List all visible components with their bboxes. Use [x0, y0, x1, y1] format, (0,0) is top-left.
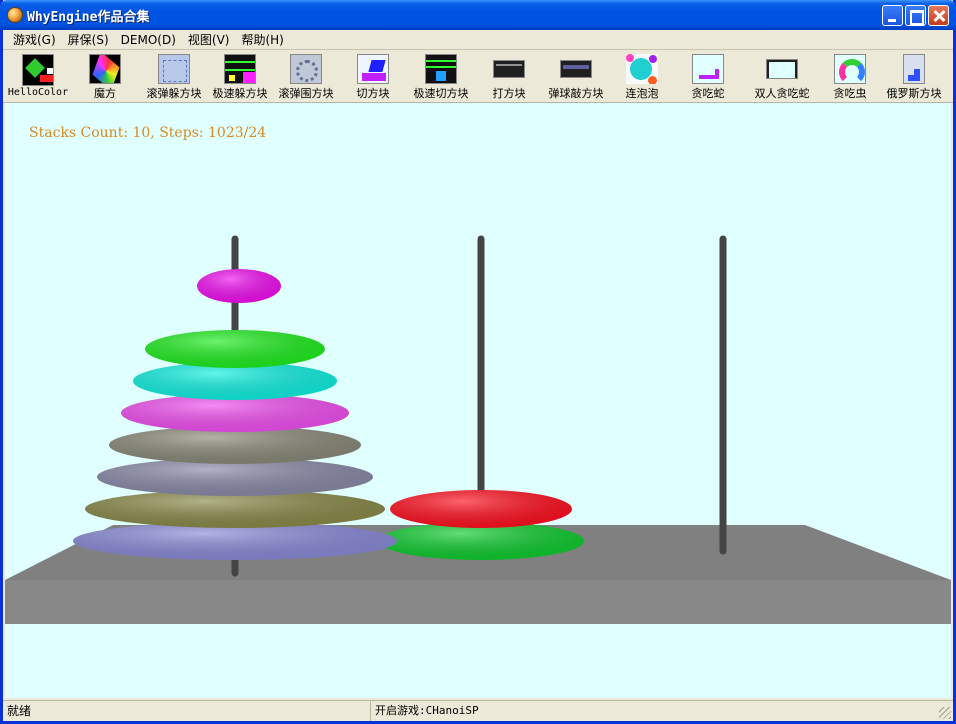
two-player-snake-icon [766, 59, 798, 79]
app-icon [7, 7, 23, 23]
status-game-text: 开启游戏:CHanoiSP [375, 704, 479, 717]
tool-label: 贪吃蛇 [691, 87, 725, 100]
close-button[interactable] [928, 5, 949, 26]
tool-rubik[interactable]: 魔方 [69, 51, 141, 101]
tool-tetris[interactable]: 俄罗斯方块 [877, 51, 951, 101]
tool-label: 贪吃虫 [833, 87, 867, 100]
tool-label: 连泡泡 [625, 87, 659, 100]
tetris-icon [903, 54, 925, 84]
tool-label: 打方块 [492, 87, 526, 100]
bubble-icon [626, 54, 658, 84]
rubik-cube-icon [89, 54, 121, 84]
menu-bar: 游戏(G) 屏保(S) DEMO(D) 视图(V) 帮助(H) [3, 30, 953, 50]
title-bar[interactable]: WhyEngine作品合集 [0, 0, 956, 30]
tool-label: 双人贪吃蛇 [754, 87, 810, 100]
tool-speed-cut[interactable]: 极速切方块 [407, 51, 475, 101]
tool-worm[interactable]: 贪吃虫 [823, 51, 877, 101]
moving-disk [197, 269, 281, 303]
menu-game[interactable]: 游戏(G) [7, 30, 62, 50]
ball-dodge-icon [158, 54, 190, 84]
speed-cut-icon [425, 54, 457, 84]
tool-snake[interactable]: 贪吃蛇 [675, 51, 741, 101]
tool-label: 极速躲方块 [212, 87, 268, 100]
menu-help[interactable]: 帮助(H) [235, 30, 289, 50]
tool-bubble[interactable]: 连泡泡 [609, 51, 675, 101]
toolbar: HelloColor 魔方 滚弹躲方块 极速躲方块 滚弹围方块 切方块 极速切方… [3, 51, 953, 103]
tool-label: 滚弹躲方块 [146, 87, 202, 100]
app-window: WhyEngine作品合集 游戏(G) 屏保(S) DEMO(D) 视图(V) … [0, 0, 956, 724]
worm-icon [834, 54, 866, 84]
tool-hellocolor[interactable]: HelloColor [7, 51, 69, 101]
board-front [5, 580, 951, 624]
tool-two-player-snake[interactable]: 双人贪吃蛇 [741, 51, 823, 101]
tool-label: 俄罗斯方块 [886, 87, 942, 100]
status-ready-text: 就绪 [3, 701, 371, 721]
resize-grip[interactable] [939, 707, 951, 719]
snake-icon [692, 54, 724, 84]
tool-label: 滚弹围方块 [278, 87, 334, 100]
tool-label: 弹球敲方块 [548, 87, 604, 100]
hellocolor-icon [22, 54, 54, 86]
tool-label: HelloColor [7, 87, 69, 98]
hanoi-scene[interactable] [5, 103, 951, 698]
hit-block-icon [493, 60, 525, 78]
disk [390, 490, 572, 528]
status-bar: 就绪 开启游戏:CHanoiSP [3, 700, 953, 721]
speed-dodge-icon [224, 54, 256, 84]
cut-block-icon [357, 54, 389, 84]
disk [145, 330, 325, 368]
ball-surround-icon [290, 54, 322, 84]
tool-pinball-block[interactable]: 弹球敲方块 [543, 51, 609, 101]
minimize-button[interactable] [882, 5, 903, 26]
menu-screensaver[interactable]: 屏保(S) [62, 30, 115, 50]
tool-ball-dodge[interactable]: 滚弹躲方块 [141, 51, 207, 101]
menu-demo[interactable]: DEMO(D) [115, 30, 182, 50]
tool-ball-surround[interactable]: 滚弹围方块 [273, 51, 339, 101]
maximize-button[interactable] [905, 5, 926, 26]
game-canvas[interactable]: Stacks Count: 10, Steps: 1023/24 [5, 103, 951, 698]
menu-view[interactable]: 视图(V) [182, 30, 236, 50]
tool-label: 极速切方块 [413, 87, 469, 100]
tool-speed-dodge[interactable]: 极速躲方块 [207, 51, 273, 101]
tool-cut-block[interactable]: 切方块 [339, 51, 407, 101]
pinball-block-icon [560, 60, 592, 78]
tool-label: 魔方 [94, 87, 116, 100]
tool-label: 切方块 [356, 87, 390, 100]
window-title: WhyEngine作品合集 [27, 10, 150, 25]
tool-hit-block[interactable]: 打方块 [475, 51, 543, 101]
